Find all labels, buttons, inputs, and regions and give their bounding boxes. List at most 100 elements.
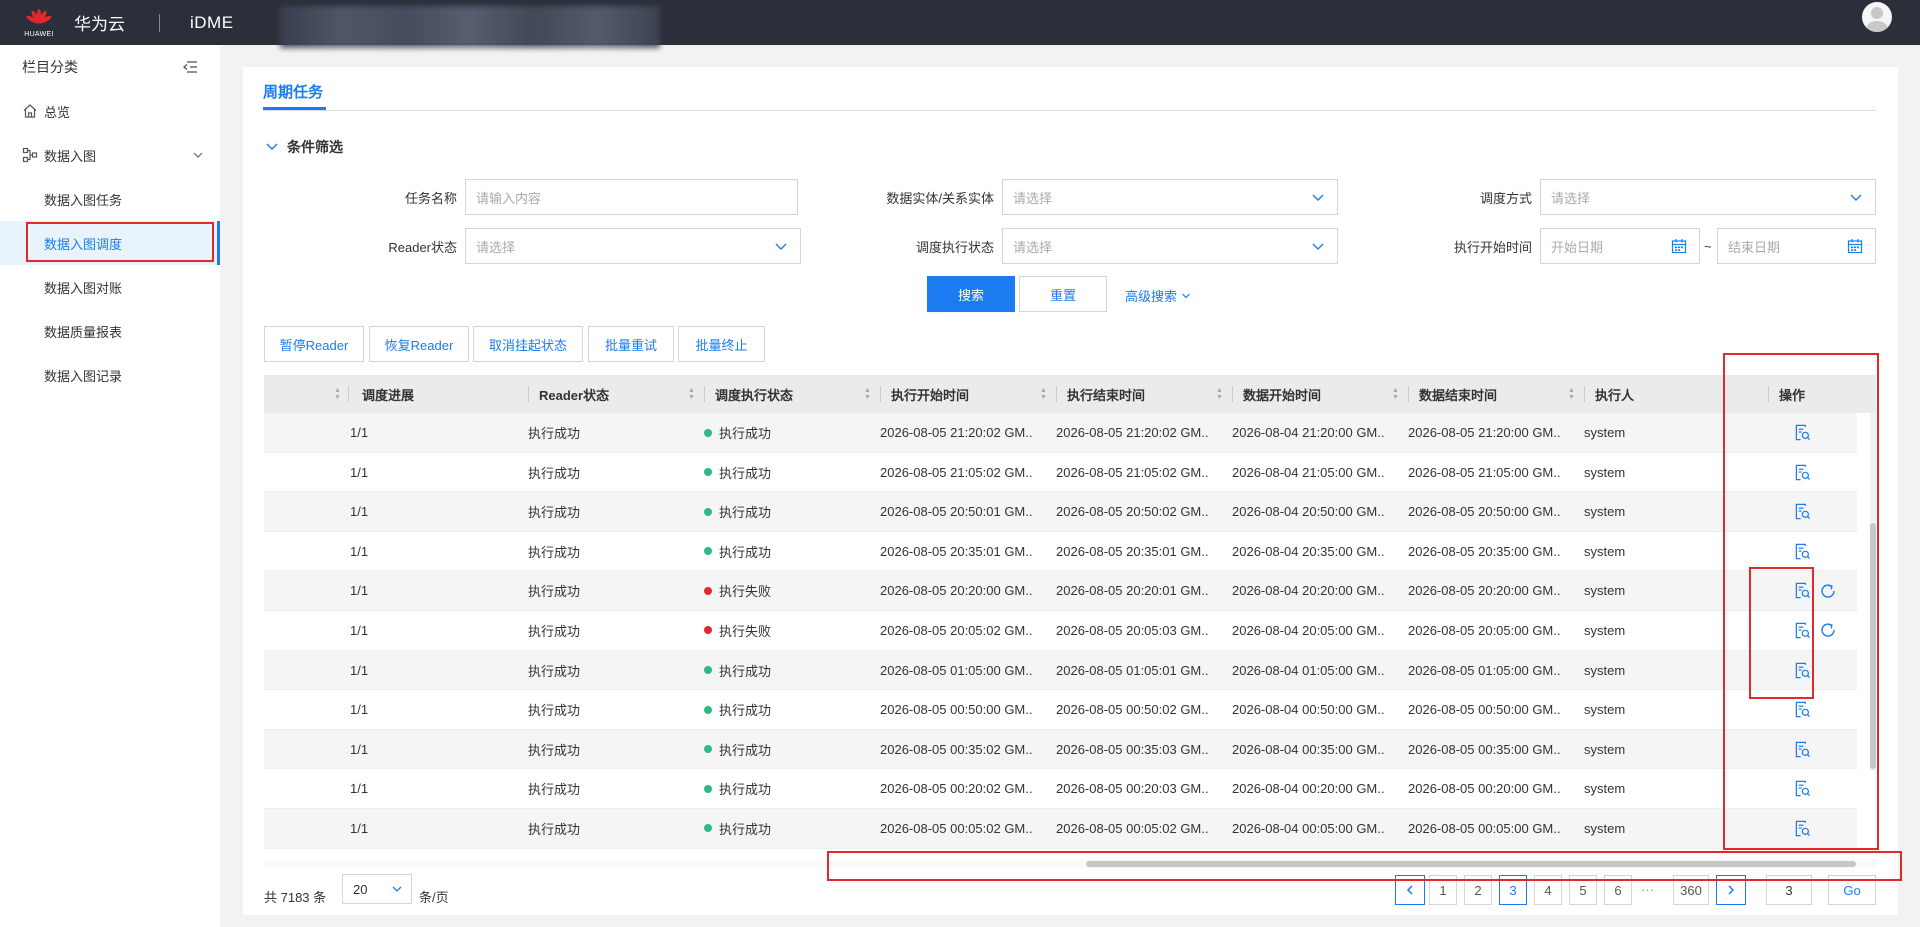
cell-reader: 执行成功 (528, 821, 581, 837)
filter-toggle[interactable]: 条件筛选 (265, 137, 343, 157)
column-header-exec-end[interactable]: 执行结束时间 (1067, 375, 1145, 413)
column-header-progress[interactable]: 调度进展 (362, 375, 414, 413)
page-5-button[interactable]: 5 (1569, 875, 1597, 905)
column-header-sort[interactable]: ▲ ▼ (328, 375, 341, 413)
table-row[interactable]: 1/1 执行成功 执行成功 2026-08-05 00:05:02 GM.. 2026-… (264, 808, 1857, 849)
table-row[interactable]: 1/1 执行成功 执行成功 2026-08-05 00:50:00 GM.. 2026-… (264, 690, 1857, 730)
page-2-button[interactable]: 2 (1464, 875, 1492, 905)
view-detail-icon (1795, 701, 1811, 718)
reset-button[interactable]: 重置 (1019, 276, 1107, 312)
cell-exec-end: 2026-08-05 21:20:02 GM.. (1056, 425, 1209, 440)
vertical-scroll-thumb[interactable] (1870, 523, 1876, 769)
cancel-suspend-button[interactable]: 取消挂起状态 (473, 326, 583, 362)
batch-retry-button[interactable]: 批量重试 (588, 326, 674, 362)
sort-toggle[interactable]: ▲ ▼ (1386, 375, 1399, 413)
column-header-data-start[interactable]: 数据开始时间 (1243, 375, 1321, 413)
sort-toggle[interactable]: ▲ ▼ (1562, 375, 1575, 413)
column-header-exec-start[interactable]: 执行开始时间 (891, 375, 969, 413)
per-page-label: 条/页 (419, 890, 449, 905)
table-row[interactable]: 1/1 执行成功 执行成功 2026-08-05 20:35:01 GM.. 2026-… (264, 532, 1857, 572)
view-detail-button[interactable] (1794, 424, 1811, 441)
page-1-button[interactable]: 1 (1429, 875, 1457, 905)
view-detail-button[interactable] (1794, 582, 1811, 599)
sort-toggle[interactable]: ▲ ▼ (1034, 375, 1047, 413)
retry-button[interactable] (1811, 621, 1837, 639)
exec-status-select[interactable]: 请选择 (1002, 228, 1338, 264)
task-name-input[interactable]: 请输入内容 (465, 179, 798, 215)
page-size-select[interactable]: 20 (342, 874, 412, 904)
cell-progress: 1/1 (350, 543, 369, 559)
schedule-mode-select[interactable]: 请选择 (1540, 179, 1876, 215)
table-row[interactable]: 1/1 执行成功 执行成功 2026-08-05 00:35:02 GM.. 2026-… (264, 729, 1857, 770)
page-6-button[interactable]: 6 (1604, 875, 1632, 905)
sidebar-subitem-task[interactable]: 数据入图任务 (0, 177, 220, 221)
page-last-button[interactable]: 360 (1673, 875, 1709, 905)
view-detail-button[interactable] (1794, 701, 1811, 718)
retry-button[interactable] (1811, 582, 1837, 600)
column-header-data-end[interactable]: 数据结束时间 (1419, 375, 1497, 413)
table-row[interactable]: 1/1 执行成功 执行成功 2026-08-05 00:20:02 GM.. 2026-… (264, 769, 1857, 809)
table-row[interactable]: 1/1 执行成功 执行成功 2026-08-05 20:50:01 GM.. 2026-… (264, 492, 1857, 532)
start-date-input[interactable]: 开始日期 (1540, 228, 1700, 264)
view-detail-button[interactable] (1794, 780, 1811, 797)
entity-select[interactable]: 请选择 (1002, 179, 1338, 215)
status-text: 执行成功 (719, 465, 772, 481)
prev-page-button[interactable] (1395, 875, 1425, 905)
brand-name[interactable]: 华为云 (74, 10, 125, 35)
sort-toggle[interactable]: ▲ ▼ (858, 375, 871, 413)
next-page-button[interactable] (1716, 875, 1746, 905)
view-detail-button[interactable] (1794, 543, 1811, 560)
sidebar-subitem-record[interactable]: 数据入图记录 (0, 353, 220, 397)
view-detail-button[interactable] (1794, 741, 1811, 758)
sidebar-item-data-ingest[interactable]: 数据入图 (0, 133, 220, 177)
horizontal-scroll-thumb[interactable] (1086, 861, 1856, 867)
sidebar-subitem-schedule[interactable]: 数据入图调度 (0, 221, 220, 265)
user-avatar[interactable] (1862, 2, 1892, 32)
table-row[interactable]: 1/1 执行成功 执行成功 2026-08-05 01:05:00 GM.. 2026-… (264, 650, 1857, 691)
huawei-logo[interactable]: HUAWEI (22, 8, 56, 38)
reader-status-select[interactable]: 请选择 (465, 228, 801, 264)
search-button[interactable]: 搜索 (927, 276, 1015, 312)
sort-toggle[interactable]: ▲ ▼ (1210, 375, 1223, 413)
view-detail-button[interactable] (1794, 503, 1811, 520)
pause-reader-button[interactable]: 暂停Reader (264, 326, 364, 362)
end-date-input[interactable]: 结束日期 (1717, 228, 1876, 264)
batch-terminate-button[interactable]: 批量终止 (678, 326, 765, 362)
cell-data-end: 2026-08-05 01:05:00 GM.. (1408, 662, 1561, 678)
cell-data-end: 2026-08-05 20:05:00 GM.. (1408, 622, 1561, 638)
chevron-down-icon (1850, 194, 1862, 201)
column-header-reader-status[interactable]: Reader状态 (539, 375, 609, 413)
page-3-button[interactable]: 3 (1499, 875, 1527, 905)
table-row[interactable]: 1/1 执行成功 执行成功 2026-08-05 21:20:02 GM.. 2026-… (264, 413, 1857, 453)
sidebar-item-overview[interactable]: 总览 (0, 89, 220, 133)
vertical-scrollbar[interactable] (1870, 413, 1876, 771)
table-row[interactable]: 1/1 执行成功 执行失败 2026-08-05 20:20:00 GM.. 2026-… (264, 571, 1857, 611)
horizontal-scrollbar[interactable] (264, 860, 1876, 868)
cell-progress: 1/1 (350, 702, 369, 718)
column-label: 执行结束时间 (1067, 387, 1146, 403)
cell-exec-end: 2026-08-05 01:05:01 GM.. (1056, 662, 1209, 678)
resume-reader-button[interactable]: 恢复Reader (369, 326, 469, 362)
view-detail-button[interactable] (1794, 820, 1811, 837)
product-name[interactable]: iDME (190, 13, 234, 33)
chevron-down-icon (193, 152, 203, 158)
view-detail-button[interactable] (1794, 622, 1811, 639)
cell-user: system (1584, 622, 1626, 638)
pagination-ellipsis[interactable]: ··· (1641, 882, 1654, 897)
top-bar: HUAWEI 华为云 iDME (0, 0, 1920, 48)
page-4-button[interactable]: 4 (1534, 875, 1562, 905)
sort-toggle[interactable]: ▲ ▼ (682, 375, 695, 413)
sidebar-subitem-reconcile[interactable]: 数据入图对账 (0, 265, 220, 309)
goto-page-input[interactable]: 3 (1766, 875, 1812, 905)
table-row[interactable]: 1/1 执行成功 执行成功 2026-08-05 21:05:02 GM.. 2026-… (264, 453, 1857, 493)
view-detail-button[interactable] (1794, 662, 1811, 679)
collapse-sidebar-icon[interactable] (182, 60, 198, 74)
go-button[interactable]: Go (1828, 875, 1876, 905)
view-detail-button[interactable] (1794, 464, 1811, 481)
column-header-executor[interactable]: 执行人 (1595, 375, 1634, 413)
column-header-exec-status[interactable]: 调度执行状态 (715, 375, 793, 413)
table-row[interactable]: 1/1 执行成功 执行失败 2026-08-05 20:05:02 GM.. 2026-… (264, 611, 1857, 651)
advanced-search-link[interactable]: 高级搜索 (1125, 286, 1191, 305)
tab-periodic-task[interactable]: 周期任务 (263, 81, 323, 102)
sidebar-subitem-quality-report[interactable]: 数据质量报表 (0, 309, 220, 353)
